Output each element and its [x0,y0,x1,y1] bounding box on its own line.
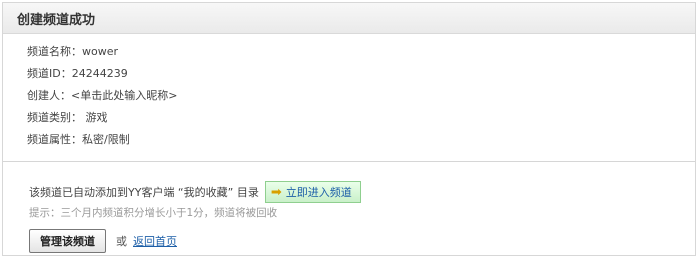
favorites-notice-text: 该频道已自动添加到YY客户端 “我的收藏” 目录 [29,186,259,199]
create-channel-success-panel: 创建频道成功 频道名称：wower 频道ID：24244239 创建人：<单击此… [2,2,696,256]
channel-info-list: 频道名称：wower 频道ID：24244239 创建人：<单击此处输入昵称> … [3,34,695,151]
channel-id-label: 频道ID： [27,67,72,80]
actions-row: 管理该频道 或 返回首页 [29,229,177,253]
channel-name-label: 频道名称： [27,45,82,58]
channel-id-value: 24244239 [71,67,128,80]
channel-name-row: 频道名称：wower [27,41,695,63]
favorites-notice: 该频道已自动添加到YY客户端 “我的收藏” 目录 ➡ 立即进入频道 [29,181,361,203]
section-divider [3,161,695,162]
return-home-link[interactable]: 返回首页 [133,233,177,249]
or-text: 或 [116,235,127,248]
page-title: 创建频道成功 [17,12,96,28]
panel-header: 创建频道成功 [3,3,695,34]
manage-channel-button[interactable]: 管理该频道 [29,229,106,253]
creator-value: <单击此处输入昵称> [71,89,178,102]
channel-attribute-row: 频道属性：私密/限制 [27,129,695,151]
creator-label: 创建人： [27,89,71,102]
enter-channel-button-label: 立即进入频道 [285,186,352,199]
channel-category-row: 频道类别： 游戏 [27,107,695,129]
arrow-right-icon: ➡ [270,184,282,200]
enter-channel-button[interactable]: ➡ 立即进入频道 [264,181,361,203]
channel-category-label: 频道类别： [27,111,82,124]
channel-id-row: 频道ID：24244239 [27,63,695,85]
creator-row: 创建人：<单击此处输入昵称> [27,85,695,107]
manage-channel-button-label: 管理该频道 [40,235,95,248]
channel-category-value: 游戏 [82,111,108,124]
channel-attribute-label: 频道属性： [27,133,82,146]
channel-attribute-value: 私密/限制 [82,133,130,146]
channel-name-value: wower [82,45,119,58]
recycle-tip: 提示：三个月内频道积分增长小于1分，频道将被回收 [29,207,278,219]
